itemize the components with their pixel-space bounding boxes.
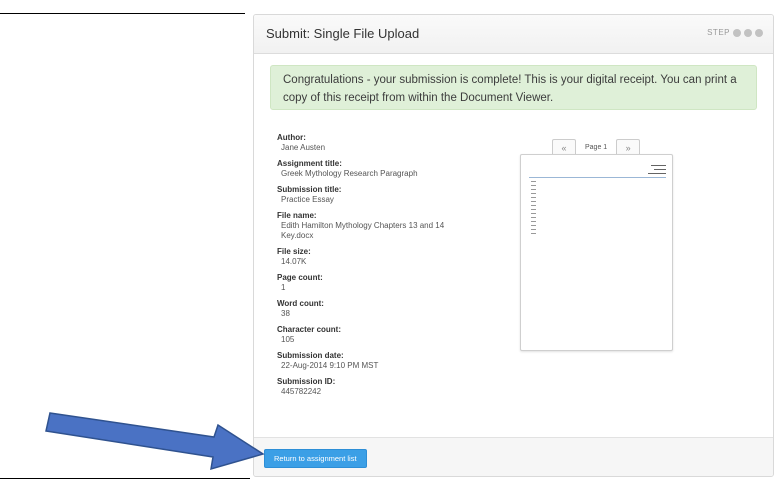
character-count-field: Character count: 105 — [277, 325, 477, 345]
page-count-label: Page count: — [277, 273, 323, 282]
step-dot-2 — [744, 28, 752, 37]
document-line — [531, 221, 536, 222]
submission-date-field: Submission date: 22-Aug-2014 9:10 PM MST — [277, 351, 477, 371]
assignment-title-value: Greek Mythology Research Paragraph — [281, 169, 418, 178]
page-count-field: Page count: 1 — [277, 273, 477, 293]
document-line — [531, 209, 536, 210]
step-dot-1 — [733, 28, 741, 37]
document-text-lines — [531, 181, 536, 237]
document-line — [531, 229, 536, 230]
word-count-label: Word count: — [277, 299, 324, 308]
document-line — [531, 193, 536, 194]
submission-title-label: Submission title: — [277, 185, 342, 194]
submission-date-value: 22-Aug-2014 9:10 PM MST — [281, 361, 379, 370]
document-line — [531, 213, 536, 214]
document-header-rule — [529, 177, 666, 178]
step-dot-3 — [755, 28, 763, 37]
word-count-value: 38 — [281, 309, 290, 318]
step-indicator: STEP — [707, 28, 763, 37]
file-name-label: File name: — [277, 211, 317, 220]
assignment-title-label: Assignment title: — [277, 159, 342, 168]
character-count-label: Character count: — [277, 325, 342, 334]
author-label: Author: — [277, 133, 306, 142]
submission-id-label: Submission ID: — [277, 377, 336, 386]
character-count-value: 105 — [281, 335, 295, 344]
file-name-field: File name: Edith Hamilton Mythology Chap… — [277, 211, 477, 241]
submission-title-field: Submission title: Practice Essay — [277, 185, 477, 205]
document-line — [531, 225, 536, 226]
submission-id-value: 445782242 — [281, 387, 322, 396]
success-alert: Congratulations - your submission is com… — [270, 65, 757, 110]
submission-date-label: Submission date: — [277, 351, 344, 360]
step-label: STEP — [707, 28, 730, 37]
document-line — [531, 189, 536, 190]
submission-panel: Submit: Single File Upload STEP Congratu… — [253, 14, 774, 477]
document-line — [531, 197, 536, 198]
panel-title: Submit: Single File Upload — [266, 26, 420, 41]
panel-footer: Return to assignment list — [254, 437, 773, 476]
document-line — [531, 181, 536, 182]
document-line — [531, 217, 536, 218]
author-value: Jane Austen — [281, 143, 326, 152]
submission-title-value: Practice Essay — [281, 195, 334, 204]
bottom-rule-line — [0, 478, 250, 479]
word-count-field: Word count: 38 — [277, 299, 477, 319]
page-count-value: 1 — [281, 283, 286, 292]
top-rule-line — [0, 13, 245, 14]
return-to-assignment-list-button[interactable]: Return to assignment list — [264, 449, 367, 468]
document-thumbnail[interactable]: ▬▬▬▬▬▬▬▬▬▬▬▬▬▬▬▬▬▬▬▬▬▬ — [520, 154, 673, 351]
file-size-value: 14.07K — [281, 257, 307, 266]
assignment-title-field: Assignment title: Greek Mythology Resear… — [277, 159, 477, 179]
submission-id-field: Submission ID: 445782242 — [277, 377, 477, 397]
document-line — [531, 233, 536, 234]
page-indicator: Page 1 — [585, 144, 608, 151]
document-line — [531, 201, 536, 202]
arrow-shape — [45, 412, 265, 471]
document-line — [531, 185, 536, 186]
receipt-details: Author: Jane Austen Assignment title: Gr… — [277, 133, 477, 403]
author-field: Author: Jane Austen — [277, 133, 477, 153]
document-line — [531, 205, 536, 206]
file-size-field: File size: 14.07K — [277, 247, 477, 267]
panel-header: Submit: Single File Upload STEP — [254, 15, 773, 54]
file-size-label: File size: — [277, 247, 311, 256]
file-name-value: Edith Hamilton Mythology Chapters 13 and… — [281, 221, 445, 240]
